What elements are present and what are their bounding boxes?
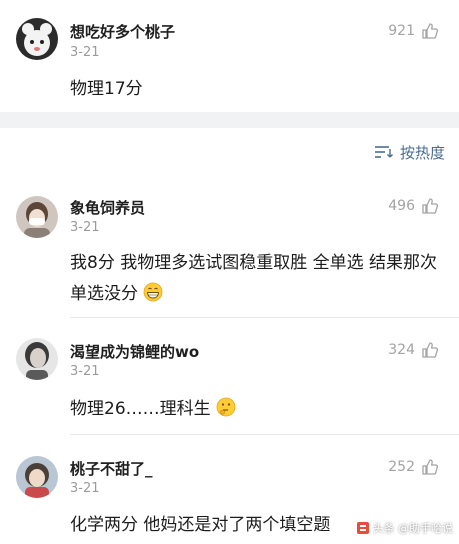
like-count: 324 bbox=[388, 342, 415, 358]
sort-label: 按热度 bbox=[399, 143, 445, 162]
comment-divider bbox=[70, 317, 459, 318]
comment-time: 3-21 bbox=[70, 481, 100, 496]
comment-author[interactable]: 桃子不甜了_ bbox=[70, 458, 153, 479]
like-count: 496 bbox=[388, 198, 415, 214]
comment-text: 物理26……理科生 bbox=[70, 394, 445, 425]
comment-divider bbox=[70, 434, 459, 435]
avatar[interactable] bbox=[16, 338, 58, 380]
comment-time: 3-21 bbox=[70, 45, 100, 60]
watermark: 头条 @助手哈说 bbox=[356, 520, 454, 536]
avatar-image-icon bbox=[16, 338, 58, 380]
watermark-text: 头条 @助手哈说 bbox=[372, 522, 454, 535]
thumbs-up-icon bbox=[422, 23, 439, 39]
watermark-logo-icon bbox=[356, 522, 369, 534]
comment-author[interactable]: 想吃好多个桃子 bbox=[70, 21, 175, 42]
thumbs-up-icon bbox=[422, 459, 439, 475]
comment-text-content: 我8分 我物理多选试图稳重取胜 全单选 结果那次单选没分 bbox=[70, 253, 438, 304]
sort-lines-icon bbox=[374, 146, 393, 158]
thinking-emoji-icon bbox=[216, 397, 236, 417]
comment-feed: 想吃好多个桃子 3-21 921 物理17分 按热度 象龟饲养员 3-21 49… bbox=[0, 0, 459, 544]
like-button[interactable]: 252 bbox=[388, 458, 439, 476]
avatar-image-icon bbox=[16, 456, 58, 498]
pinned-comment: 想吃好多个桃子 3-21 921 物理17分 bbox=[0, 0, 459, 112]
like-count: 252 bbox=[388, 459, 415, 475]
comment-text: 物理17分 bbox=[70, 79, 143, 99]
avatar[interactable] bbox=[16, 456, 58, 498]
avatar[interactable] bbox=[16, 18, 58, 60]
section-separator bbox=[0, 112, 459, 128]
thumbs-up-icon bbox=[422, 342, 439, 358]
sort-by-heat-button[interactable]: 按热度 bbox=[374, 140, 445, 164]
like-button[interactable]: 496 bbox=[388, 197, 439, 215]
like-button[interactable]: 324 bbox=[388, 341, 439, 359]
avatar-image-icon bbox=[16, 18, 58, 60]
comment-text-content: 物理26……理科生 bbox=[70, 399, 211, 419]
avatar-image-icon bbox=[16, 196, 58, 238]
grin-emoji-icon bbox=[144, 282, 163, 302]
comment-time: 3-21 bbox=[70, 364, 100, 379]
like-button[interactable]: 921 bbox=[388, 22, 439, 40]
like-count: 921 bbox=[388, 23, 415, 39]
avatar[interactable] bbox=[16, 196, 58, 238]
comment-author[interactable]: 渴望成为锦鲤的wo bbox=[70, 341, 199, 362]
comment-time: 3-21 bbox=[70, 220, 100, 235]
comment-text: 我8分 我物理多选试图稳重取胜 全单选 结果那次单选没分 bbox=[70, 248, 445, 310]
thumbs-up-icon bbox=[422, 198, 439, 214]
comment-author[interactable]: 象龟饲养员 bbox=[70, 197, 145, 218]
